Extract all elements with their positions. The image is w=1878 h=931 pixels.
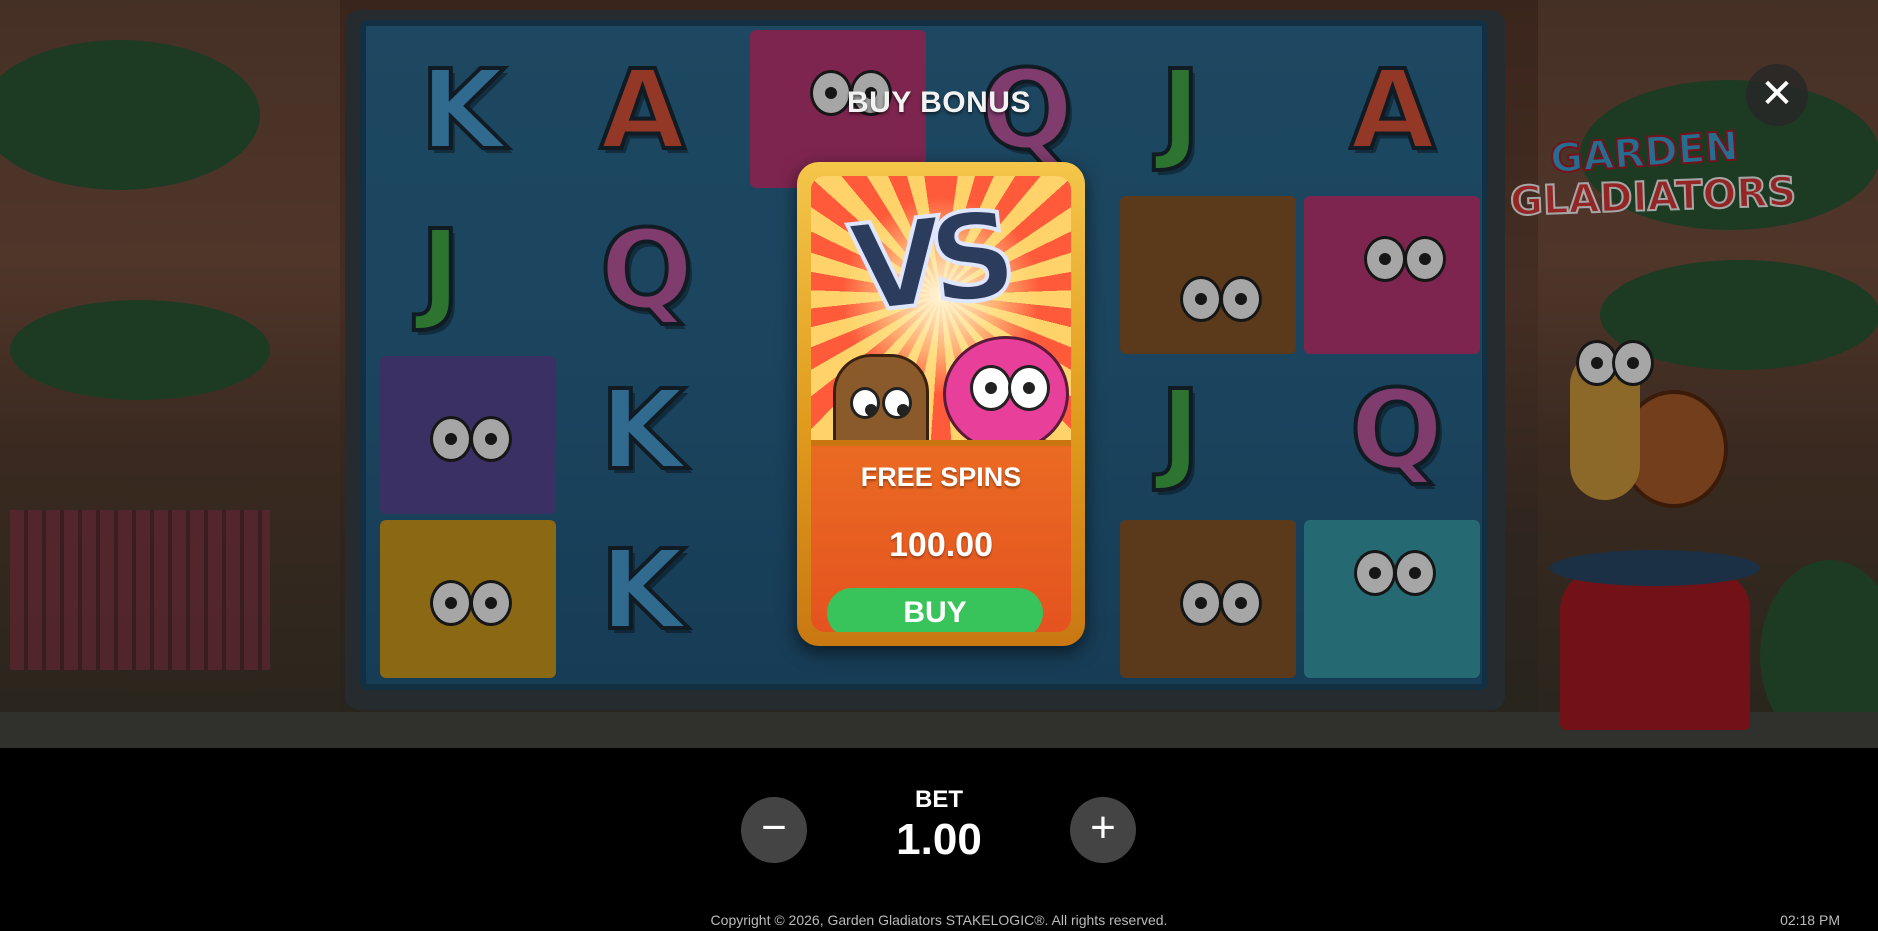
card-body: VS FREE SPINS 100.00 BUY [811, 176, 1071, 632]
pot-warrior-art [833, 354, 929, 440]
flower-monster-art [943, 336, 1069, 440]
vs-logo: VS [842, 184, 1011, 342]
close-icon: ✕ [1760, 72, 1794, 116]
card-divider [811, 440, 1071, 446]
buy-button[interactable]: BUY [827, 588, 1043, 632]
free-spins-card[interactable]: VS FREE SPINS 100.00 BUY [797, 162, 1085, 646]
card-artwork: VS [811, 176, 1071, 440]
feature-label: FREE SPINS [860, 462, 1022, 492]
clock: 02:18 PM [1780, 912, 1840, 928]
bet-increase-button[interactable]: + [1070, 797, 1136, 863]
copyright-text: Copyright © 2026, Garden Gladiators STAK… [710, 912, 1168, 928]
feature-price: 100.00 [889, 526, 993, 564]
bet-label: BET [915, 786, 963, 813]
close-button[interactable]: ✕ [1746, 64, 1808, 126]
buy-bonus-title: BUY BONUS [847, 86, 1031, 119]
plus-icon: + [1090, 803, 1116, 852]
bet-value: 1.00 [896, 815, 982, 864]
